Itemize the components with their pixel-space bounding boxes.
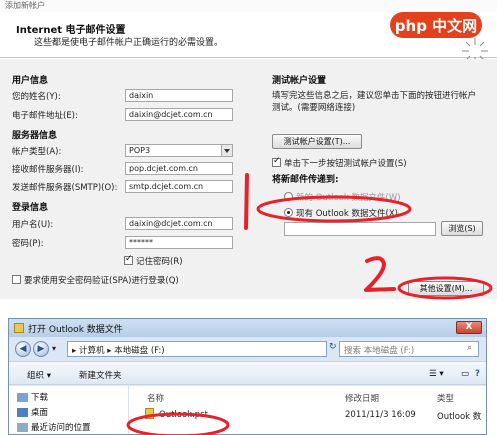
radio-existing-data-file[interactable] <box>284 208 293 217</box>
recent-places-icon <box>17 423 28 432</box>
breadcrumb-computer[interactable]: 计算机 <box>79 346 105 356</box>
test-desc-line1: 填写完这些信息之后，建议您单击下面的按钮进行帐户 <box>272 91 477 101</box>
settings-panel: 用户信息 您的姓名(Y): daixin 电子邮件地址(E): daixin@d… <box>0 59 497 299</box>
server-info-heading: 服务器信息 <box>12 131 58 141</box>
file-date: 2011/11/3 16:09 <box>345 410 416 420</box>
nav-item-downloads[interactable]: 下载 <box>31 391 48 403</box>
preview-pane-icon[interactable]: ▭ <box>461 369 469 379</box>
test-settings-heading: 测试帐户设置 <box>272 76 327 86</box>
outlook-folder-icon <box>14 323 24 333</box>
account-type-label: 帐户类型(A): <box>12 147 62 157</box>
search-input[interactable]: 搜索 本地磁盘 (F:) <box>339 341 479 357</box>
page-title: Internet 电子邮件设置 <box>16 25 126 36</box>
column-header-type[interactable]: 类型 <box>437 392 454 404</box>
spa-label: 要求使用安全密码验证(SPA)进行登录(Q) <box>24 276 179 286</box>
navigation-pane: 下载 桌面 最近访问的位置 <box>9 386 129 434</box>
desktop-icon <box>17 408 28 417</box>
column-header-date[interactable]: 修改日期 <box>345 392 379 404</box>
radio-existing-data-file-label: 现有 Outlook 数据文件(X) <box>296 209 398 219</box>
password-input[interactable]: ****** <box>125 236 233 249</box>
email-input[interactable]: daixin@dcjet.com.cn <box>125 108 233 121</box>
remember-password-checkbox[interactable] <box>124 254 133 265</box>
password-label: 密码(P): <box>12 239 44 249</box>
dialog-title-bar: 打开 Outlook 数据文件 X <box>9 319 486 337</box>
folder-icon: ▸ <box>72 346 79 356</box>
forward-arrow-icon[interactable]: ▶ <box>33 341 49 357</box>
page-subtitle: 这些都是使电子邮件帐户正确运行的必需设置。 <box>34 38 224 48</box>
account-type-select[interactable]: POP3 <box>125 144 233 157</box>
nav-item-recent[interactable]: 最近访问的位置 <box>31 421 91 433</box>
open-data-file-dialog: 打开 Outlook 数据文件 X ◀ ▶ ▾ ▸ 计算机 ▸ 本地磁盘 (F:… <box>8 318 487 435</box>
breadcrumb-drive[interactable]: 本地磁盘 (F:) <box>114 346 164 356</box>
window-title-bar: 添加新帐户 <box>0 0 497 12</box>
test-desc-line2: 测试。(需要网络连接) <box>272 103 356 113</box>
browse-button[interactable]: 浏览(S) <box>441 221 483 236</box>
explorer-content: 下载 桌面 最近访问的位置 名称 修改日期 类型 Outlook.pst 201… <box>9 386 486 434</box>
radio-new-data-file-label: 新的 Outlook 数据文件(W) <box>296 193 401 203</box>
username-input[interactable]: daixin@dcjet.com.cn <box>125 217 233 230</box>
more-settings-button[interactable]: 其他设置(M)... <box>408 281 484 296</box>
login-info-heading: 登录信息 <box>12 203 49 213</box>
php-logo: php 中文网 <box>390 12 482 38</box>
address-bar[interactable]: ▸ 计算机 ▸ 本地磁盘 (F:) <box>67 341 327 357</box>
refresh-icon[interactable]: ↻ <box>329 342 337 352</box>
outgoing-server-input[interactable]: smtp.dcjet.com.cn <box>125 180 233 193</box>
incoming-server-label: 接收邮件服务器(I): <box>12 165 84 175</box>
explorer-toolbar: 组织 ▾ 新建文件夹 ☰ ▾ ▭ ? <box>9 361 486 385</box>
user-info-heading: 用户信息 <box>12 76 49 86</box>
auto-test-label: 单击下一步按钮测试帐户设置(S) <box>284 159 407 169</box>
account-type-value: POP3 <box>129 146 151 155</box>
username-label: 用户名(U): <box>12 220 54 230</box>
column-header-name[interactable]: 名称 <box>147 392 164 404</box>
chevron-down-icon[interactable] <box>221 145 232 156</box>
dialog-header: Internet 电子邮件设置 这些都是使电子邮件帐户正确运行的必需设置。 ph… <box>0 12 497 64</box>
remember-password-label: 记住密码(R) <box>136 257 183 267</box>
file-name[interactable]: Outlook.pst <box>159 410 208 420</box>
new-folder-button[interactable]: 新建文件夹 <box>79 369 122 381</box>
name-label: 您的姓名(Y): <box>12 92 61 102</box>
incoming-server-input[interactable]: pop.dcjet.com.cn <box>125 162 233 175</box>
logo-text: php 中文网 <box>394 16 478 35</box>
test-account-button[interactable]: 测试帐户设置(T)... <box>272 134 362 149</box>
deliver-heading: 将新邮件传递到: <box>272 175 339 185</box>
recent-dropdown-icon[interactable]: ▾ <box>52 344 56 353</box>
help-icon[interactable]: ? <box>475 369 480 379</box>
radio-new-data-file[interactable] <box>284 192 293 201</box>
organize-button[interactable]: 组织 ▾ <box>27 369 51 381</box>
back-arrow-icon[interactable]: ◀ <box>15 341 31 357</box>
downloads-icon <box>17 393 28 402</box>
search-icon[interactable]: ⌕ <box>467 343 472 353</box>
email-label: 电子邮件地址(E): <box>12 111 78 121</box>
address-row: ◀ ▶ ▾ ▸ 计算机 ▸ 本地磁盘 (F:) ↻ 搜索 本地磁盘 (F:) ⌕ <box>9 338 486 360</box>
close-button[interactable]: X <box>456 321 482 334</box>
dialog-title: 打开 Outlook 数据文件 <box>28 325 123 335</box>
nav-item-desktop[interactable]: 桌面 <box>31 406 48 418</box>
separator <box>0 299 497 317</box>
file-type: Outlook 数 <box>437 412 482 422</box>
spa-checkbox[interactable] <box>12 275 21 284</box>
outgoing-server-label: 发送邮件服务器(SMTP)(O): <box>12 183 118 193</box>
view-options-icon[interactable]: ☰ ▾ <box>429 369 444 379</box>
pst-file-icon <box>145 408 154 419</box>
name-input[interactable]: daixin <box>125 89 233 102</box>
auto-test-checkbox[interactable] <box>272 156 281 167</box>
window-title: 添加新帐户 <box>5 1 45 10</box>
data-file-path-input[interactable] <box>284 222 436 236</box>
